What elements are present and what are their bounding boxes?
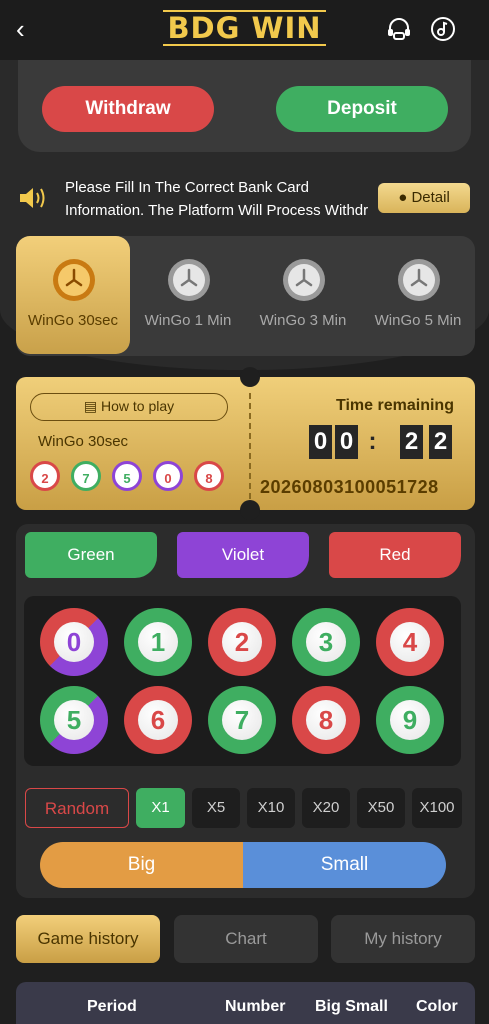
column-number: Number (225, 998, 286, 1015)
ball-number: 6 (138, 700, 178, 740)
history-table-header: Period Number Big Small Color (16, 982, 475, 1024)
timer-separator: : (368, 428, 377, 455)
multiplier-x50[interactable]: X50 (357, 788, 405, 828)
result-ball: 0 (153, 461, 183, 491)
random-button[interactable]: Random (25, 788, 129, 828)
game-mode-tabs: WinGo 30sec WinGo 1 Min WinGo 3 Min WinG… (16, 236, 475, 356)
bet-big-button[interactable]: Big (40, 842, 243, 888)
ball-number: 4 (390, 622, 430, 662)
timer-digit: 0 (309, 425, 332, 459)
result-ball: 7 (71, 461, 101, 491)
number-ball-2[interactable]: 2 (208, 608, 276, 676)
clock-icon (283, 259, 325, 301)
column-big-small: Big Small (315, 998, 388, 1015)
timer-digit: 2 (429, 425, 452, 459)
detail-button-label: Detail (411, 189, 450, 206)
tab-label: WinGo 5 Min (374, 312, 462, 329)
ticket-divider (249, 393, 251, 499)
bet-red-button[interactable]: Red (329, 532, 461, 578)
ball-number: 3 (306, 622, 346, 662)
result-ball: 2 (30, 461, 60, 491)
tab-wingo-5min[interactable]: WinGo 5 Min (361, 236, 475, 354)
clock-icon (53, 259, 95, 301)
game-info-ticket: ▤ How to play WinGo 30sec 2 7 5 0 8 Time… (16, 367, 475, 520)
tab-label: WinGo 30sec (27, 312, 119, 329)
multiplier-x20[interactable]: X20 (302, 788, 350, 828)
detail-button[interactable]: ● Detail (378, 183, 470, 213)
ball-number: 5 (54, 700, 94, 740)
customer-service-icon[interactable] (386, 16, 412, 42)
ball-number: 8 (306, 700, 346, 740)
tab-chart[interactable]: Chart (174, 915, 318, 963)
deposit-button[interactable]: Deposit (276, 86, 448, 132)
top-header: ‹ BDG WIN (0, 0, 489, 60)
document-icon: ▤ (83, 398, 98, 414)
multiplier-x100[interactable]: X100 (412, 788, 462, 828)
column-color: Color (416, 998, 458, 1015)
result-ball: 8 (194, 461, 224, 491)
number-ball-4[interactable]: 4 (376, 608, 444, 676)
ball-number: 9 (390, 700, 430, 740)
current-game-name: WinGo 30sec (38, 433, 129, 450)
result-ball: 5 (112, 461, 142, 491)
timer-digit: 0 (335, 425, 358, 459)
bet-green-button[interactable]: Green (25, 532, 157, 578)
ball-number: 1 (138, 622, 178, 662)
notice-text: Please Fill In The Correct Bank Card Inf… (65, 179, 369, 219)
ticket-notch (240, 500, 260, 520)
clock-icon (398, 259, 440, 301)
how-to-play-label: How to play (100, 398, 175, 414)
number-ball-7[interactable]: 7 (208, 686, 276, 754)
ticket-notch (240, 367, 260, 387)
ball-number: 0 (54, 622, 94, 662)
speaker-icon (18, 184, 48, 212)
bet-violet-button[interactable]: Violet (177, 532, 309, 578)
number-ball-3[interactable]: 3 (292, 608, 360, 676)
timer-digit: 2 (400, 425, 423, 459)
multiplier-x1[interactable]: X1 (136, 788, 185, 828)
tab-wingo-1min[interactable]: WinGo 1 Min (131, 236, 245, 354)
betting-panel: Green Violet Red 0 1 2 3 4 5 6 7 8 9 Ran… (16, 524, 475, 898)
multiplier-x5[interactable]: X5 (192, 788, 240, 828)
number-ball-grid: 0 1 2 3 4 5 6 7 8 9 (24, 596, 461, 766)
brand-logo-text: BDG WIN (163, 10, 326, 46)
tab-wingo-3min[interactable]: WinGo 3 Min (246, 236, 360, 354)
tab-label: WinGo 1 Min (144, 312, 232, 329)
number-ball-5[interactable]: 5 (40, 686, 108, 754)
number-ball-1[interactable]: 1 (124, 608, 192, 676)
number-ball-0[interactable]: 0 (40, 608, 108, 676)
clock-icon (168, 259, 210, 301)
big-small-toggle: Big Small (40, 842, 446, 888)
multiplier-x10[interactable]: X10 (247, 788, 295, 828)
music-note-icon[interactable] (430, 16, 456, 42)
notice-bar: Please Fill In The Correct Bank Card Inf… (16, 176, 476, 222)
ball-number: 7 (222, 700, 262, 740)
number-ball-6[interactable]: 6 (124, 686, 192, 754)
time-remaining-label: Time remaining (336, 397, 454, 414)
tab-label: WinGo 3 Min (259, 312, 347, 329)
period-number: 2026080310005172​8 (260, 477, 439, 497)
number-ball-8[interactable]: 8 (292, 686, 360, 754)
withdraw-button[interactable]: Withdraw (42, 86, 214, 132)
column-period: Period (87, 998, 137, 1015)
tab-my-history[interactable]: My history (331, 915, 475, 963)
tab-wingo-30sec[interactable]: WinGo 30sec (16, 236, 130, 354)
how-to-play-button[interactable]: ▤ How to play (30, 393, 228, 421)
tab-game-history[interactable]: Game history (16, 915, 160, 963)
brand-logo: BDG WIN (0, 10, 489, 46)
fire-icon: ● (398, 189, 408, 206)
bet-small-button[interactable]: Small (243, 842, 446, 888)
number-ball-9[interactable]: 9 (376, 686, 444, 754)
ball-number: 2 (222, 622, 262, 662)
